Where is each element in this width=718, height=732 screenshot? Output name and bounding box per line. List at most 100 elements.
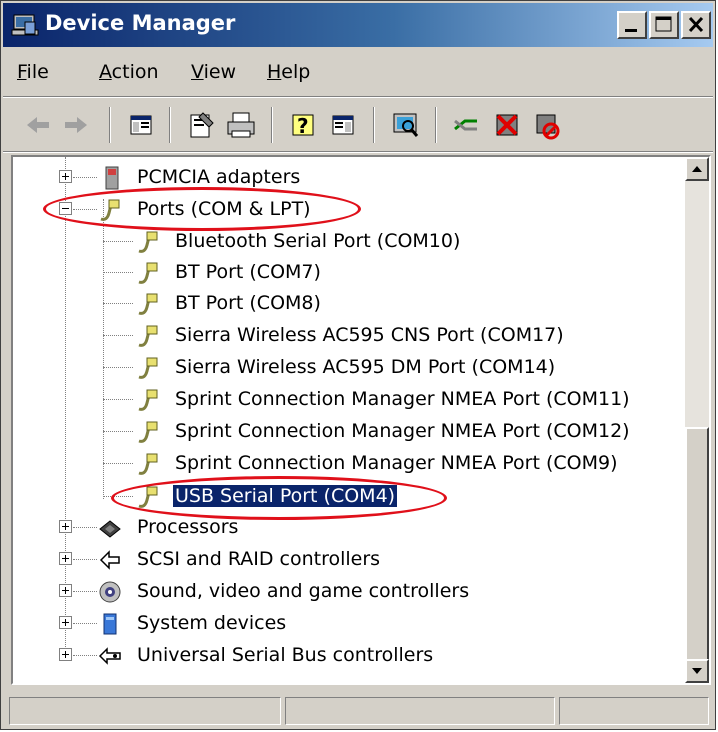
update-driver-button[interactable] bbox=[449, 107, 485, 143]
properties-button[interactable] bbox=[183, 107, 219, 143]
device-tree[interactable]: PCMCIA adapters Ports (COM & LPT) Blueto… bbox=[11, 155, 711, 685]
show-hide-action-pane-button[interactable] bbox=[325, 107, 361, 143]
disable-icon bbox=[536, 114, 560, 140]
serial-port-icon bbox=[138, 325, 158, 347]
toolbar-separator bbox=[109, 107, 111, 143]
tree-label: Ports (COM & LPT) bbox=[137, 198, 311, 220]
expand-icon[interactable] bbox=[59, 520, 72, 533]
menu-action[interactable]: Action bbox=[99, 61, 159, 83]
scan-hardware-icon bbox=[393, 113, 419, 137]
scroll-down-button[interactable] bbox=[685, 659, 709, 683]
scan-hardware-button[interactable] bbox=[387, 107, 423, 143]
tree-label: PCMCIA adapters bbox=[137, 166, 301, 188]
action-pane-icon bbox=[332, 115, 354, 135]
tree-node-ports[interactable]: Ports (COM & LPT) bbox=[13, 195, 683, 225]
collapse-icon[interactable] bbox=[59, 202, 72, 215]
toolbar-separator bbox=[169, 107, 171, 143]
menu-file[interactable]: File bbox=[17, 61, 49, 83]
pcmcia-card-icon bbox=[105, 166, 119, 190]
tree-node-port-item[interactable]: BT Port (COM8) bbox=[13, 289, 683, 319]
forward-button[interactable] bbox=[59, 107, 95, 143]
status-bar bbox=[3, 691, 713, 729]
close-button[interactable] bbox=[681, 11, 711, 39]
serial-port-icon bbox=[138, 357, 158, 379]
tree-connector bbox=[73, 527, 97, 528]
tree-node-system-devices[interactable]: System devices bbox=[13, 609, 683, 639]
back-arrow-icon bbox=[27, 117, 49, 133]
tree-node-processors[interactable]: Processors bbox=[13, 513, 683, 543]
tree-connector bbox=[103, 241, 133, 242]
scroll-thumb[interactable] bbox=[685, 427, 709, 677]
help-button[interactable]: ? bbox=[285, 107, 321, 143]
processor-icon bbox=[99, 520, 121, 538]
serial-port-icon bbox=[138, 486, 158, 508]
menu-view[interactable]: View bbox=[191, 61, 236, 83]
expand-icon[interactable] bbox=[59, 648, 72, 661]
tree-node-port-item[interactable]: Sierra Wireless AC595 DM Port (COM14) bbox=[13, 353, 683, 383]
tree-node-port-item[interactable]: Sierra Wireless AC595 CNS Port (COM17) bbox=[13, 321, 683, 351]
device-manager-icon bbox=[11, 14, 39, 36]
print-button[interactable] bbox=[223, 107, 259, 143]
tree-connector bbox=[103, 272, 133, 273]
tree-label: BT Port (COM7) bbox=[175, 261, 321, 283]
tree-connector bbox=[103, 431, 133, 432]
tree-connector bbox=[103, 399, 133, 400]
toolbar-bottom-separator bbox=[3, 151, 713, 153]
minimize-button[interactable] bbox=[617, 11, 647, 39]
svg-text:?: ? bbox=[297, 114, 309, 138]
tree-node-port-item[interactable]: Bluetooth Serial Port (COM10) bbox=[13, 227, 683, 257]
print-icon bbox=[227, 112, 255, 138]
window-title: Device Manager bbox=[45, 11, 236, 35]
scroll-up-button[interactable] bbox=[685, 157, 709, 181]
tree-node-port-item[interactable]: Sprint Connection Manager NMEA Port (COM… bbox=[13, 449, 683, 479]
tree-label: Sierra Wireless AC595 CNS Port (COM17) bbox=[175, 324, 564, 346]
tree-node-scsi[interactable]: SCSI and RAID controllers bbox=[13, 545, 683, 575]
serial-port-icon bbox=[138, 421, 158, 443]
tree-node-port-item[interactable]: BT Port (COM7) bbox=[13, 258, 683, 288]
disable-button[interactable] bbox=[529, 107, 565, 143]
menu-separator bbox=[3, 96, 713, 98]
expand-icon[interactable] bbox=[59, 616, 72, 629]
tree-label: BT Port (COM8) bbox=[175, 292, 321, 314]
toolbar-separator bbox=[435, 107, 437, 143]
title-bar[interactable]: Device Manager bbox=[3, 3, 713, 47]
uninstall-button[interactable] bbox=[489, 107, 525, 143]
serial-port-icon bbox=[138, 231, 158, 253]
serial-port-icon bbox=[138, 389, 158, 411]
scsi-controller-icon bbox=[99, 550, 120, 570]
expand-icon[interactable] bbox=[59, 170, 72, 183]
console-tree-icon bbox=[130, 115, 152, 135]
toolbar-separator bbox=[373, 107, 375, 143]
tree-label: Sprint Connection Manager NMEA Port (COM… bbox=[175, 420, 630, 442]
tree-label: Sound, video and game controllers bbox=[137, 580, 470, 602]
tree-label: Sierra Wireless AC595 DM Port (COM14) bbox=[175, 356, 556, 378]
forward-arrow-icon bbox=[65, 117, 87, 133]
status-cell bbox=[285, 697, 555, 725]
tree-label: Sprint Connection Manager NMEA Port (COM… bbox=[175, 388, 630, 410]
back-button[interactable] bbox=[19, 107, 55, 143]
tree-node-pcmcia-adapters[interactable]: PCMCIA adapters bbox=[13, 163, 683, 193]
menu-help[interactable]: Help bbox=[267, 61, 310, 83]
tree-connector bbox=[73, 177, 97, 178]
expand-icon[interactable] bbox=[59, 584, 72, 597]
tree-node-port-item[interactable]: Sprint Connection Manager NMEA Port (COM… bbox=[13, 385, 683, 415]
tree-connector bbox=[73, 655, 97, 656]
tree-node-usb-controllers[interactable]: Universal Serial Bus controllers bbox=[13, 641, 683, 671]
toolbar: ? bbox=[3, 99, 713, 151]
speaker-icon bbox=[99, 581, 121, 603]
vertical-scrollbar[interactable] bbox=[685, 157, 709, 683]
tree-connector bbox=[73, 559, 97, 560]
tree-connector bbox=[103, 303, 133, 304]
expand-icon[interactable] bbox=[59, 552, 72, 565]
uninstall-icon bbox=[496, 114, 518, 136]
status-cell bbox=[9, 697, 281, 725]
properties-icon bbox=[190, 112, 214, 138]
update-driver-icon bbox=[454, 119, 477, 131]
maximize-button[interactable] bbox=[649, 11, 679, 39]
tree-connector bbox=[103, 335, 133, 336]
tree-label: Bluetooth Serial Port (COM10) bbox=[175, 230, 461, 252]
tree-node-port-item-selected[interactable]: USB Serial Port (COM4) bbox=[13, 482, 683, 512]
show-hide-console-tree-button[interactable] bbox=[123, 107, 159, 143]
tree-node-sound[interactable]: Sound, video and game controllers bbox=[13, 577, 683, 607]
tree-node-port-item[interactable]: Sprint Connection Manager NMEA Port (COM… bbox=[13, 417, 683, 447]
